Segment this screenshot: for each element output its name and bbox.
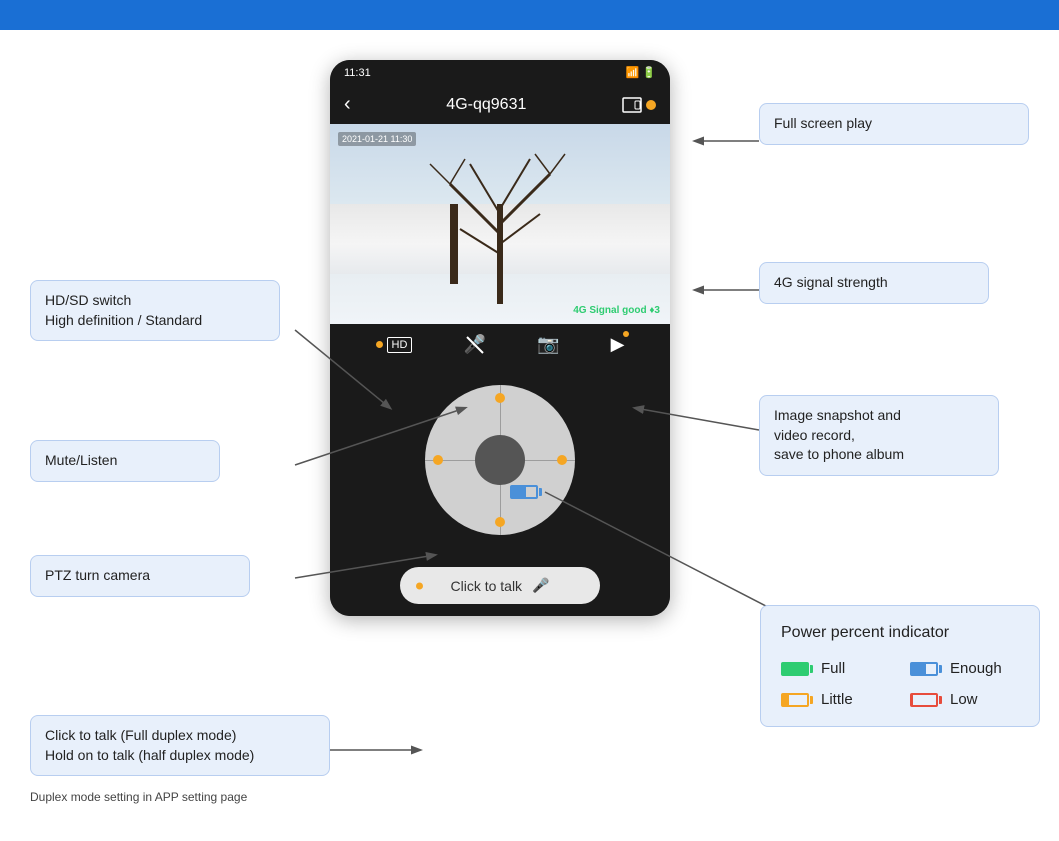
battery-full-body: [781, 662, 809, 676]
power-low-label: Low: [950, 689, 978, 710]
battery-low-body: [910, 693, 938, 707]
annotation-snapshot-text: Image snapshot andvideo record,save to p…: [774, 407, 904, 462]
back-button[interactable]: ‹: [344, 93, 351, 116]
ptz-dot-bottom: [495, 517, 505, 527]
ptz-center-button[interactable]: [475, 435, 525, 485]
microphone-icon: 🎤: [532, 577, 549, 594]
annotation-ptz-text: PTZ turn camera: [45, 567, 150, 583]
annotation-hdsd-text: HD/SD switchHigh definition / Standard: [45, 292, 202, 328]
battery-body: [510, 485, 538, 499]
mute-button[interactable]: 🎤: [464, 334, 486, 355]
hd-dot: [376, 341, 383, 348]
battery-enough-fill: [912, 664, 926, 674]
ptz-area: [330, 365, 670, 555]
ptz-dot-right: [557, 455, 567, 465]
annotation-signal: 4G signal strength: [759, 262, 989, 304]
power-annotation-box: Power percent indicator Full Enough: [760, 605, 1040, 727]
power-little-label: Little: [821, 689, 853, 710]
power-grid: Full Enough Little: [781, 658, 1019, 710]
annotation-fullscreen-text: Full screen play: [774, 115, 872, 131]
annotation-snapshot: Image snapshot andvideo record,save to p…: [759, 395, 999, 476]
annotation-fullscreen: Full screen play: [759, 103, 1029, 145]
hd-label: HD: [387, 337, 413, 353]
record-button[interactable]: ▶: [611, 334, 625, 355]
battery-indicator: [510, 485, 542, 499]
power-enough-label: Enough: [950, 658, 1002, 679]
phone-status-bar: 11:31 📶 🔋: [330, 60, 670, 85]
duplex-note-text: Duplex mode setting in APP setting page: [30, 790, 247, 804]
battery-little-fill: [783, 695, 789, 705]
power-full-label: Full: [821, 658, 845, 679]
power-low-item: Low: [910, 689, 1019, 710]
fullscreen-icon: [622, 97, 642, 113]
talk-label: Click to talk: [450, 578, 522, 594]
phone-mockup: 11:31 📶 🔋 ‹ 4G-qq9631: [330, 60, 670, 616]
battery-enough-display: [510, 485, 542, 499]
annotation-mute-text: Mute/Listen: [45, 452, 117, 468]
battery-full-tip: [810, 665, 813, 673]
ptz-joystick[interactable]: [425, 385, 575, 535]
status-dot: [646, 100, 656, 110]
battery-little-tip: [810, 696, 813, 704]
battery-tip: [539, 488, 542, 496]
power-enough-item: Enough: [910, 658, 1019, 679]
annotation-hdsd: HD/SD switchHigh definition / Standard: [30, 280, 280, 341]
tree-svg: [390, 144, 610, 304]
fullscreen-area[interactable]: [622, 97, 656, 113]
annotation-talk: Click to talk (Full duplex mode)Hold on …: [30, 715, 330, 776]
battery-enough-body: [910, 662, 938, 676]
battery-full-icon: [781, 662, 813, 676]
record-icon: ▶: [611, 334, 625, 355]
duplex-note: Duplex mode setting in APP setting page: [30, 790, 247, 804]
phone-time: 11:31: [344, 67, 371, 79]
camera-feed: 2021-01-21 11:30 4G Signal good ♦3: [330, 124, 670, 324]
talk-bar: Click to talk 🎤: [330, 555, 670, 616]
battery-low-icon: [910, 693, 942, 707]
power-full-item: Full: [781, 658, 890, 679]
snapshot-button[interactable]: 📷: [537, 334, 559, 355]
battery-low-fill: [912, 695, 913, 705]
talk-dot: [416, 582, 423, 589]
battery-enough-icon: [910, 662, 942, 676]
controls-bar: HD 🎤 📷 ▶: [330, 324, 670, 365]
power-little-item: Little: [781, 689, 890, 710]
annotation-signal-text: 4G signal strength: [774, 274, 888, 290]
date-overlay: 2021-01-21 11:30: [338, 132, 416, 146]
phone-icons: 📶 🔋: [626, 66, 656, 79]
battery-little-body: [781, 693, 809, 707]
phone-title-bar: ‹ 4G-qq9631: [330, 85, 670, 124]
ptz-dot-left: [433, 455, 443, 465]
device-title: 4G-qq9631: [446, 96, 526, 114]
camera-icon: 📷: [537, 334, 559, 355]
talk-button[interactable]: Click to talk 🎤: [400, 567, 599, 604]
power-title: Power percent indicator: [781, 622, 1019, 644]
record-dot: [623, 331, 629, 337]
battery-little-icon: [781, 693, 813, 707]
annotation-mute: Mute/Listen: [30, 440, 220, 482]
hd-sd-button[interactable]: HD: [376, 337, 413, 353]
battery-fill: [512, 487, 526, 497]
annotation-talk-text: Click to talk (Full duplex mode)Hold on …: [45, 727, 254, 763]
mute-icon: 🎤: [464, 334, 486, 355]
battery-enough-tip: [939, 665, 942, 673]
ptz-dot-top: [495, 393, 505, 403]
annotation-ptz: PTZ turn camera: [30, 555, 250, 597]
signal-text: 4G Signal good ♦3: [573, 305, 660, 316]
battery-low-tip: [939, 696, 942, 704]
